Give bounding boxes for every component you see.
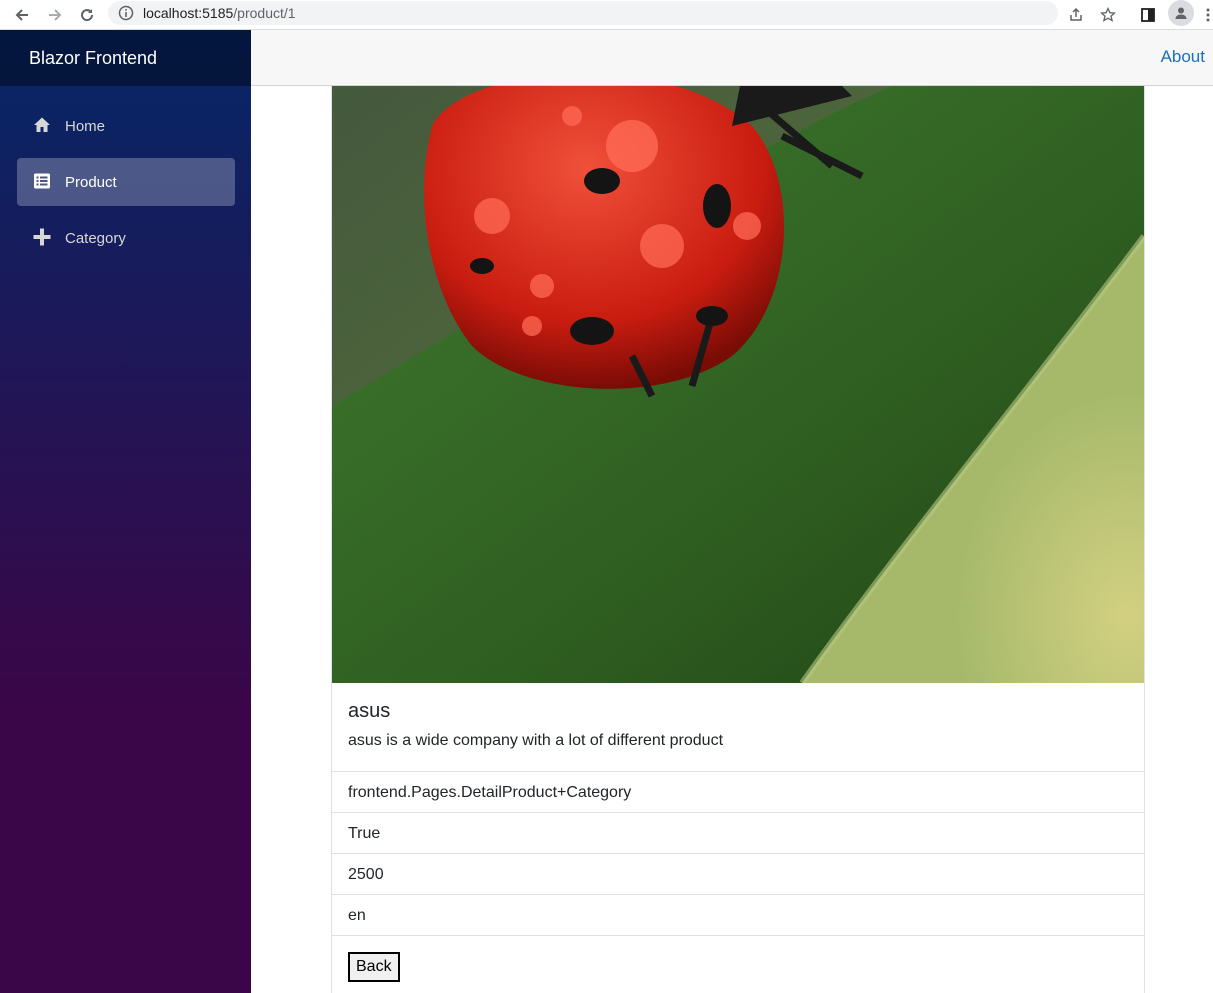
info-icon[interactable] — [118, 5, 134, 21]
reload-icon[interactable] — [75, 3, 99, 27]
list-item: en — [332, 895, 1144, 936]
product-description: asus is a wide company with a lot of dif… — [348, 732, 724, 749]
sidebar: Blazor Frontend Home Product Category — [0, 30, 251, 993]
plus-icon — [33, 228, 51, 246]
top-row: About — [251, 30, 1213, 86]
url-host: localhost:5185 — [143, 5, 234, 21]
url-path: /product/1 — [233, 5, 296, 21]
menu-dots-icon[interactable] — [1202, 3, 1213, 27]
star-icon[interactable] — [1096, 3, 1120, 27]
about-link[interactable]: About — [1161, 47, 1205, 67]
product-price: 2500 — [348, 866, 384, 883]
brand-link[interactable]: Blazor Frontend — [29, 47, 157, 69]
sidebar-item-label: Product — [65, 174, 117, 191]
product-category: frontend.Pages.DetailProduct+Category — [348, 784, 632, 801]
product-image — [332, 86, 1144, 683]
sidebar-item-home[interactable]: Home — [17, 102, 235, 150]
product-availability: True — [348, 825, 381, 842]
brand-bar: Blazor Frontend — [0, 30, 251, 86]
list-item: 2500 — [332, 854, 1144, 895]
profile-avatar-icon[interactable] — [1168, 0, 1194, 26]
browser-toolbar: localhost:5185/product/1 — [0, 0, 1213, 30]
card-body: asus asus is a wide company with a lot o… — [332, 683, 1144, 772]
list-icon — [33, 172, 51, 190]
back-arrow-icon[interactable] — [10, 3, 34, 27]
sidebar-item-product[interactable]: Product — [17, 158, 235, 206]
url-text: localhost:5185/product/1 — [143, 5, 296, 21]
home-icon — [33, 116, 51, 134]
sidebar-item-category[interactable]: Category — [17, 214, 235, 262]
sidebar-item-label: Category — [65, 230, 126, 247]
sidebar-item-label: Home — [65, 118, 106, 135]
product-card: asus asus is a wide company with a lot o… — [331, 86, 1145, 993]
back-button[interactable]: Back — [348, 952, 400, 982]
list-item: frontend.Pages.DetailProduct+Category — [332, 772, 1144, 813]
list-item: True — [332, 813, 1144, 854]
product-language: en — [348, 907, 366, 924]
forward-arrow-icon[interactable] — [43, 3, 67, 27]
product-title: asus — [348, 700, 391, 722]
share-icon[interactable] — [1064, 3, 1088, 27]
side-panel-icon[interactable] — [1136, 3, 1160, 27]
address-bar[interactable]: localhost:5185/product/1 — [108, 1, 1058, 25]
